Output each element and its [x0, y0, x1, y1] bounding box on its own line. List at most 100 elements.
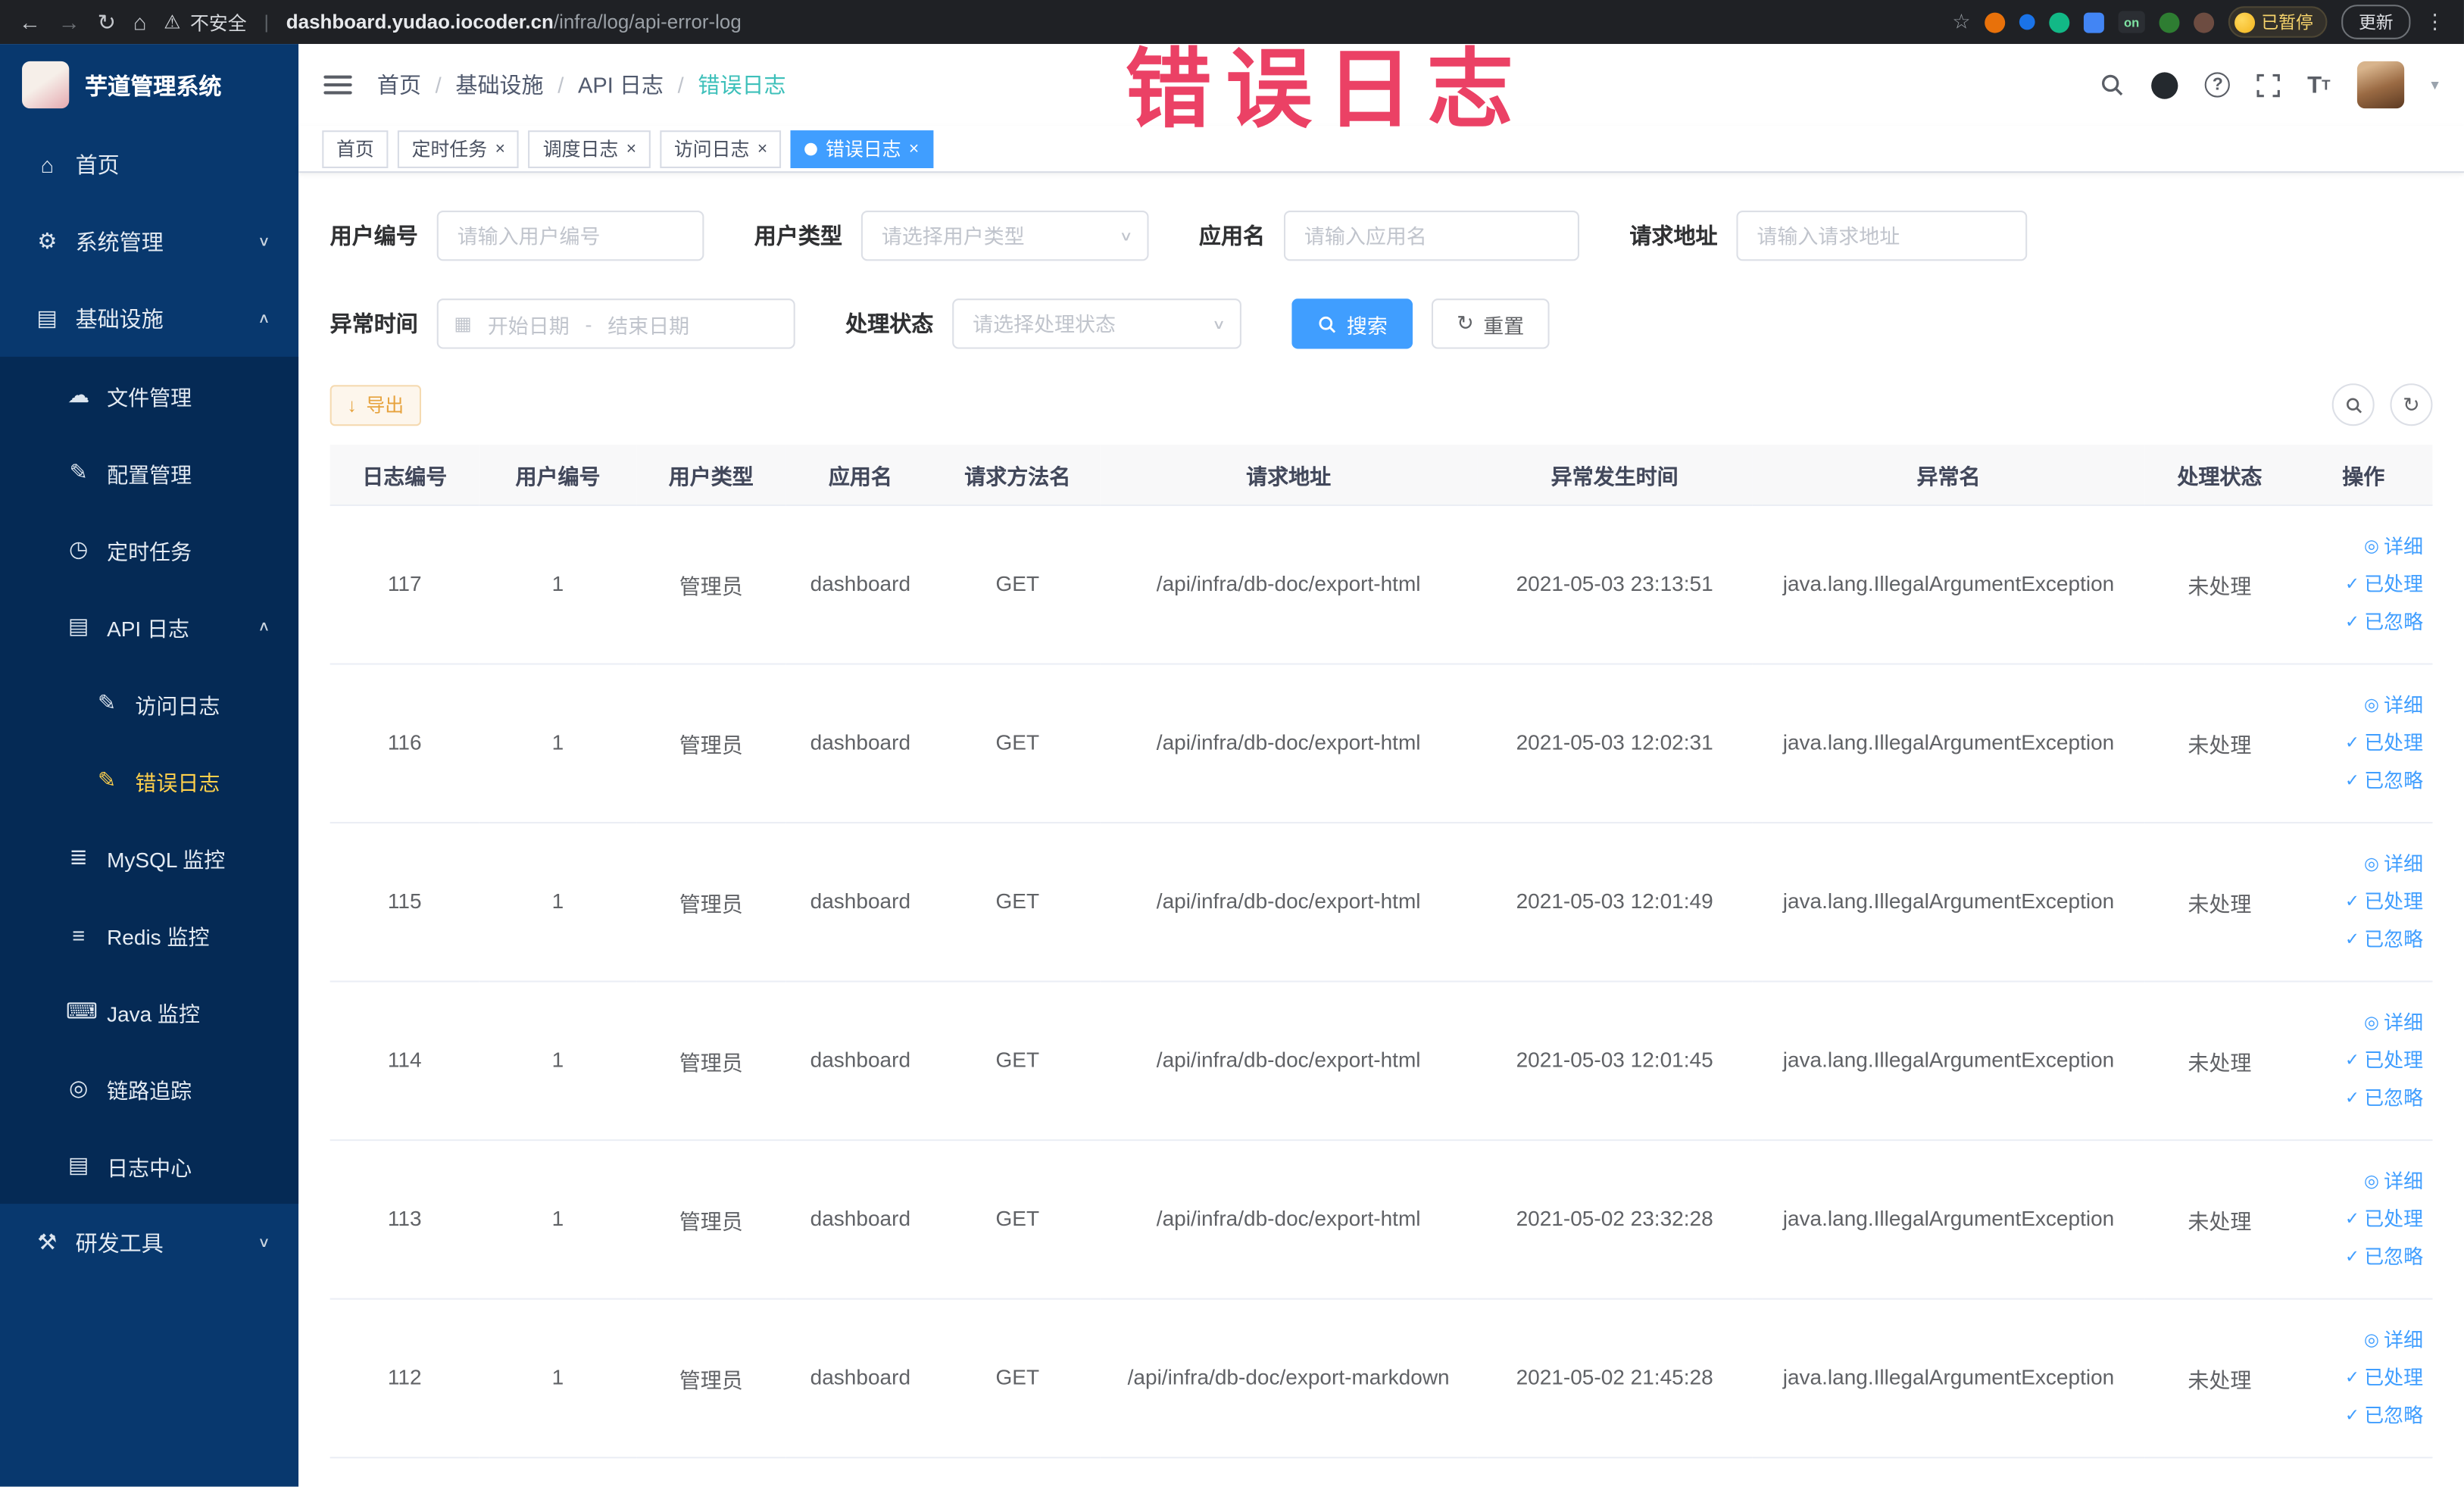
sidebar-item-mysql-monitor[interactable]: ≣ MySQL 监控 — [0, 819, 298, 896]
mark-ignored-link[interactable]: ✓ 已忽略 — [2300, 1396, 2423, 1434]
status-select[interactable] — [952, 298, 1241, 349]
app-name-input[interactable] — [1283, 210, 1579, 261]
tag-access-log[interactable]: 访问日志 × — [660, 130, 782, 167]
col-request-url: 请求地址 — [1100, 445, 1478, 505]
search-button[interactable]: 搜索 — [1291, 298, 1413, 349]
sidebar-item-dev-tools[interactable]: ⚒ 研发工具 ∨ — [0, 1204, 298, 1281]
breadcrumb-infrastructure[interactable]: 基础设施 — [455, 69, 543, 100]
extension-icon-6[interactable] — [2159, 11, 2180, 33]
address-bar[interactable]: dashboard.yudao.iocoder.cn/infra/log/api… — [286, 11, 742, 33]
fullscreen-icon[interactable] — [2257, 73, 2281, 97]
mark-ignored-link[interactable]: ✓ 已忽略 — [2300, 1238, 2423, 1276]
col-log-id: 日志编号 — [329, 445, 479, 505]
check-icon: ✓ — [2344, 929, 2359, 949]
tag-error-log[interactable]: 错误日志 × — [791, 130, 933, 167]
close-icon[interactable]: × — [757, 139, 767, 158]
sidebar-item-label: Redis 监控 — [107, 924, 210, 949]
mark-processed-link[interactable]: ✓ 已处理 — [2300, 1041, 2423, 1079]
browser-back-icon[interactable]: ← — [19, 9, 41, 34]
breadcrumb-home[interactable]: 首页 — [377, 69, 421, 100]
tag-scheduled-tasks[interactable]: 定时任务 × — [397, 130, 520, 167]
bookmark-star-icon[interactable]: ☆ — [1952, 9, 1970, 34]
sidebar-item-file-management[interactable]: ☁ 文件管理 — [0, 357, 298, 434]
detail-link[interactable]: ◎ 详细 — [2300, 686, 2423, 724]
clock-icon: ◷ — [69, 536, 89, 561]
tag-home[interactable]: 首页 — [322, 130, 389, 167]
mark-processed-link[interactable]: ✓ 已处理 — [2300, 723, 2423, 761]
cell-request-url: /api/infra/db-doc/export-markdown — [1100, 1298, 1478, 1458]
sidebar-toggle-icon[interactable] — [323, 75, 352, 95]
sidebar-item-infrastructure[interactable]: ▤ 基础设施 ∧ — [0, 280, 298, 357]
detail-link[interactable]: ◎ 详细 — [2300, 1321, 2423, 1359]
extension-icon-4[interactable] — [2083, 11, 2104, 33]
mark-ignored-link[interactable]: ✓ 已忽略 — [2300, 761, 2423, 799]
close-icon[interactable]: × — [495, 139, 505, 158]
sidebar-item-scheduled-tasks[interactable]: ◷ 定时任务 — [0, 511, 298, 588]
check-icon: ✓ — [2344, 1247, 2359, 1267]
sidebar-item-redis-monitor[interactable]: ≡ Redis 监控 — [0, 896, 298, 973]
security-chip[interactable]: ⚠ 不安全 — [164, 8, 246, 35]
breadcrumb-api-logs[interactable]: API 日志 — [578, 69, 664, 100]
browser-menu-icon[interactable]: ⋮ — [2425, 9, 2445, 34]
browser-forward-icon[interactable]: → — [58, 9, 80, 34]
font-size-icon[interactable]: TT — [2307, 71, 2330, 98]
mark-processed-link[interactable]: ✓ 已处理 — [2300, 565, 2423, 603]
cell-user-id: 1 — [479, 822, 637, 982]
sidebar: 芋道管理系统 ⌂ 首页 ⚙ 系统管理 ∨ ▤ 基础设施 ∧ ☁ 文件管理 ✎ 配… — [0, 44, 299, 1487]
mark-processed-link[interactable]: ✓ 已处理 — [2300, 883, 2423, 920]
sidebar-item-log-center[interactable]: ▤ 日志中心 — [0, 1126, 298, 1204]
extension-on-badge[interactable]: on — [2118, 11, 2145, 33]
sidebar-item-access-log[interactable]: ✎ 访问日志 — [0, 665, 298, 742]
browser-update-button[interactable]: 更新 — [2341, 5, 2411, 39]
export-button[interactable]: ↓ 导出 — [329, 384, 422, 426]
extension-icon-1[interactable] — [1985, 11, 2006, 33]
sidebar-item-home[interactable]: ⌂ 首页 — [0, 126, 298, 203]
reset-button[interactable]: ↻ 重置 — [1431, 298, 1550, 349]
cell-status: 未处理 — [2144, 504, 2294, 664]
help-icon[interactable]: ? — [2205, 72, 2231, 98]
detail-link[interactable]: ◎ 详细 — [2300, 527, 2423, 565]
browser-reload-icon[interactable]: ↻ — [98, 8, 116, 35]
logo[interactable]: 芋道管理系统 — [0, 44, 298, 126]
mark-processed-link[interactable]: ✓ 已处理 — [2300, 1200, 2423, 1238]
tag-schedule-log[interactable]: 调度日志 × — [529, 130, 651, 167]
toggle-search-button[interactable] — [2331, 383, 2375, 426]
cell-app-name: dashboard — [785, 504, 935, 664]
sidebar-item-java-monitor[interactable]: ⌨ Java 监控 — [0, 973, 298, 1050]
user-type-select[interactable] — [860, 210, 1149, 261]
sidebar-item-config-management[interactable]: ✎ 配置管理 — [0, 434, 298, 511]
mark-ignored-link[interactable]: ✓ 已忽略 — [2300, 1079, 2423, 1117]
cell-actions: ◎ 详细 ✓ 已处理 ✓ 已忽略 — [2294, 822, 2433, 982]
extension-icon-7[interactable] — [2194, 11, 2215, 33]
refresh-icon: ↻ — [2403, 392, 2420, 416]
date-range-picker[interactable]: ▦ 开始日期 - 结束日期 — [436, 298, 795, 349]
mark-ignored-link[interactable]: ✓ 已忽略 — [2300, 603, 2423, 641]
sidebar-item-system[interactable]: ⚙ 系统管理 ∨ — [0, 203, 298, 280]
extension-icon-2[interactable] — [2019, 14, 2035, 30]
detail-link[interactable]: ◎ 详细 — [2300, 1004, 2423, 1042]
browser-home-icon[interactable]: ⌂ — [133, 9, 147, 34]
sidebar-item-error-log[interactable]: ✎ 错误日志 — [0, 742, 298, 819]
paused-badge[interactable]: 已暂停 — [2228, 6, 2328, 38]
avatar[interactable] — [2356, 61, 2405, 109]
filter-row-2: 异常时间 ▦ 开始日期 - 结束日期 处理状态 ∨ — [330, 298, 2433, 349]
col-actions: 操作 — [2294, 445, 2433, 505]
close-icon[interactable]: × — [909, 139, 919, 158]
sidebar-item-tracing[interactable]: ◎ 链路追踪 — [0, 1050, 298, 1127]
mark-processed-link[interactable]: ✓ 已处理 — [2300, 1358, 2423, 1396]
extension-icon-3[interactable] — [2049, 11, 2070, 33]
refresh-table-button[interactable]: ↻ — [2390, 383, 2433, 426]
close-icon[interactable]: × — [626, 139, 636, 158]
request-url-input[interactable] — [1736, 210, 2028, 261]
user-id-input[interactable] — [436, 210, 704, 261]
mark-ignored-link[interactable]: ✓ 已忽略 — [2300, 920, 2423, 958]
avatar-caret-icon[interactable]: ▾ — [2431, 77, 2438, 94]
search-icon[interactable] — [2100, 72, 2125, 97]
tools-icon: ⚒ — [37, 1229, 58, 1254]
detail-link[interactable]: ◎ 详细 — [2300, 1162, 2423, 1200]
detail-link[interactable]: ◎ 详细 — [2300, 845, 2423, 883]
view-icon: ◎ — [2363, 1330, 2379, 1350]
github-icon[interactable] — [2151, 71, 2179, 98]
paused-label: 已暂停 — [2261, 14, 2313, 33]
sidebar-item-api-logs[interactable]: ▤ API 日志 ∧ — [0, 588, 298, 665]
